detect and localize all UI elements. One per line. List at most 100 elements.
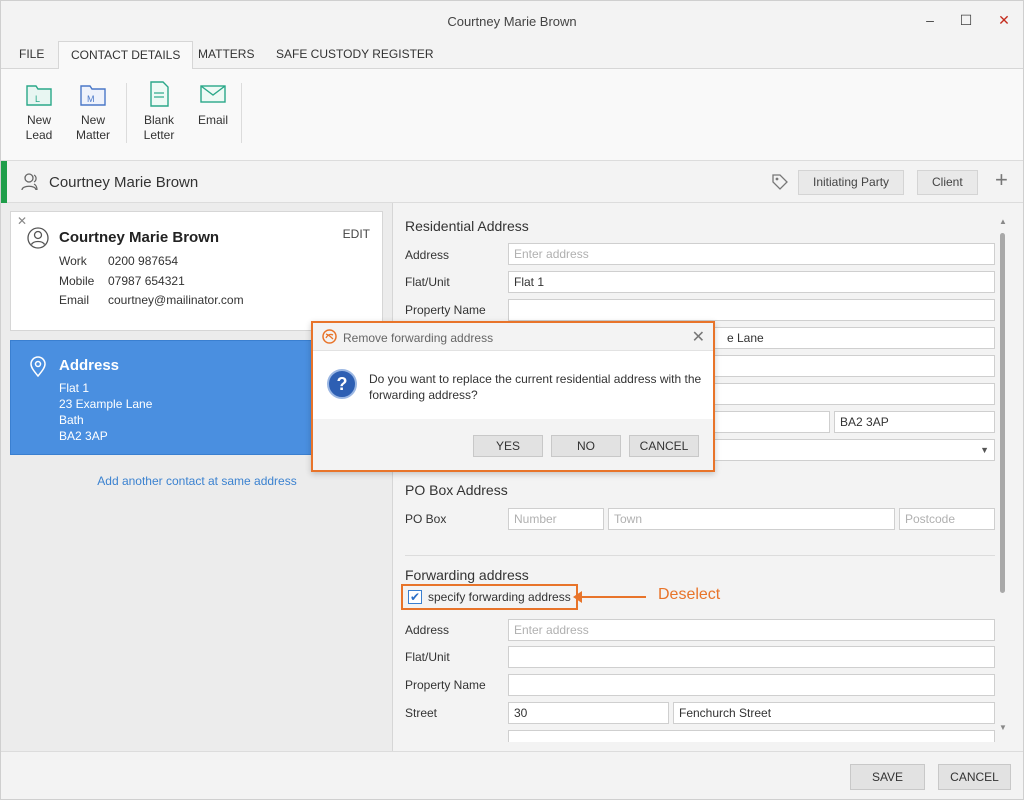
tag-icon[interactable] [771, 173, 789, 191]
section-divider [405, 555, 995, 556]
residential-address-input[interactable]: Enter address [508, 243, 995, 265]
po-box-number-input[interactable]: Number [508, 508, 604, 530]
scroll-down-icon[interactable]: ▼ [999, 723, 1007, 732]
new-lead-label-1: New [26, 113, 51, 127]
annotation-arrow [578, 596, 646, 598]
footer-bar: SAVE CANCEL [1, 751, 1023, 799]
address-line: Bath [59, 413, 84, 427]
address-line: BA2 3AP [59, 429, 108, 443]
mobile-phone: 07987 654321 [108, 274, 185, 288]
residential-address-title: Residential Address [405, 218, 529, 234]
po-box-label: PO Box [405, 512, 447, 526]
work-phone: 0200 987654 [108, 254, 179, 268]
email-address[interactable]: courtney@mailinator.com [108, 293, 244, 307]
add-contact-same-address-link[interactable]: Add another contact at same address [1, 474, 393, 488]
residential-property-label: Property Name [405, 303, 486, 317]
work-label: Work [59, 254, 87, 268]
residential-postcode-input[interactable]: BA2 3AP [834, 411, 995, 433]
po-box-town-input[interactable]: Town [608, 508, 895, 530]
email-label: Email [59, 293, 90, 307]
forwarding-address-input[interactable]: Enter address [508, 619, 995, 641]
tab-bar: FILE CONTACT DETAILS MATTERS SAFE CUSTOD… [1, 41, 1023, 70]
specify-forwarding-checkbox[interactable]: ✔ [408, 590, 422, 604]
forwarding-address-label: Address [405, 623, 450, 637]
chevron-down-icon: ▼ [980, 445, 989, 455]
blank-letter-button[interactable]: Blank Letter [134, 81, 184, 143]
email-label: Email [197, 113, 228, 127]
vertical-scrollbar[interactable] [1000, 233, 1005, 593]
tab-contact-details[interactable]: CONTACT DETAILS [58, 41, 194, 70]
initiating-party-tag[interactable]: Initiating Party [798, 170, 905, 195]
contact-person-icon [21, 173, 38, 191]
remove-forwarding-dialog: Remove forwarding address ✕ ? Do you wan… [311, 321, 715, 472]
forwarding-flat-input[interactable] [508, 646, 995, 668]
new-matter-button[interactable]: M New Matter [68, 81, 118, 143]
tab-file[interactable]: FILE [7, 41, 56, 69]
maximize-button[interactable]: ☐ [951, 9, 981, 31]
specify-forwarding-label[interactable]: specify forwarding address [428, 590, 571, 604]
ribbon-separator [126, 83, 127, 143]
address-line: Flat 1 [59, 381, 90, 395]
location-pin-icon [30, 356, 46, 377]
edit-button[interactable]: EDIT [343, 227, 370, 241]
po-box-title: PO Box Address [405, 482, 508, 498]
residential-street-value: e Lane [727, 331, 764, 345]
address-card-title: Address [59, 357, 120, 374]
dialog-no-button[interactable]: NO [551, 435, 621, 457]
scroll-up-icon[interactable]: ▲ [999, 217, 1007, 226]
residential-flat-input[interactable]: Flat 1 [508, 271, 995, 293]
dialog-title: Remove forwarding address [343, 331, 494, 345]
forwarding-street-name-input[interactable]: Fenchurch Street [673, 702, 995, 724]
svg-text:L: L [35, 94, 40, 104]
email-button[interactable]: Email [188, 81, 238, 128]
header-contact-name: Courtney Marie Brown [49, 174, 199, 191]
client-tag[interactable]: Client [917, 170, 978, 195]
contact-name: Courtney Marie Brown [59, 229, 220, 246]
forwarding-street-number-input[interactable]: 30 [508, 702, 669, 724]
dialog-yes-button[interactable]: YES [473, 435, 543, 457]
forwarding-checkbox-highlight: ✔ specify forwarding address [401, 584, 578, 610]
forwarding-flat-label: Flat/Unit [405, 650, 450, 664]
save-button[interactable]: SAVE [850, 764, 925, 790]
new-matter-label-1: New [80, 113, 105, 127]
window-title: Courtney Marie Brown [447, 14, 577, 29]
forwarding-locality-input[interactable] [508, 730, 995, 742]
add-tag-button[interactable]: + [995, 167, 1008, 193]
blank-letter-label-1: Blank [143, 113, 175, 127]
forwarding-street-label: Street [405, 706, 438, 720]
address-line: 23 Example Lane [59, 397, 153, 411]
dialog-message: Do you want to replace the current resid… [369, 372, 702, 402]
email-icon [200, 85, 226, 103]
contact-card: ✕ Courtney Marie Brown EDIT Work 0200 98… [10, 211, 383, 331]
tab-matters[interactable]: MATTERS [186, 41, 266, 69]
contact-header: Courtney Marie Brown Initiating Party Cl… [1, 161, 1023, 203]
title-bar: Courtney Marie Brown – ☐ ✕ [1, 1, 1023, 41]
deselect-annotation: Deselect [658, 586, 721, 603]
new-lead-label-2: Lead [25, 128, 53, 142]
blank-letter-icon [150, 81, 169, 107]
ribbon-toolbar: L New Lead M New Matter Blank Letter Ema… [1, 69, 1023, 161]
dialog-cancel-button[interactable]: CANCEL [629, 435, 699, 457]
dialog-title-bar: Remove forwarding address ✕ [313, 323, 713, 351]
mobile-label: Mobile [59, 274, 95, 288]
residential-address-label: Address [405, 248, 450, 262]
po-box-postcode-input[interactable]: Postcode [899, 508, 995, 530]
close-button[interactable]: ✕ [989, 9, 1019, 31]
status-accent-bar [1, 161, 7, 203]
tab-safe-custody-register[interactable]: SAFE CUSTODY REGISTER [264, 41, 446, 69]
remove-contact-icon[interactable]: ✕ [17, 214, 27, 228]
cancel-button[interactable]: CANCEL [938, 764, 1011, 790]
dialog-button-bar: YES NO CANCEL [313, 419, 713, 470]
minimize-button[interactable]: – [915, 9, 945, 31]
forwarding-property-input[interactable] [508, 674, 995, 696]
new-lead-button[interactable]: L New Lead [14, 81, 64, 143]
contact-avatar-icon [27, 227, 49, 249]
forwarding-property-label: Property Name [405, 678, 486, 692]
ribbon-separator [241, 83, 242, 143]
left-pane: ✕ Courtney Marie Brown EDIT Work 0200 98… [1, 203, 393, 751]
dialog-close-icon[interactable]: ✕ [692, 327, 705, 347]
residential-property-input[interactable] [508, 299, 995, 321]
new-lead-icon: L [26, 85, 52, 106]
new-matter-label-2: Matter [75, 128, 110, 142]
forwarding-address-title: Forwarding address [405, 567, 529, 583]
